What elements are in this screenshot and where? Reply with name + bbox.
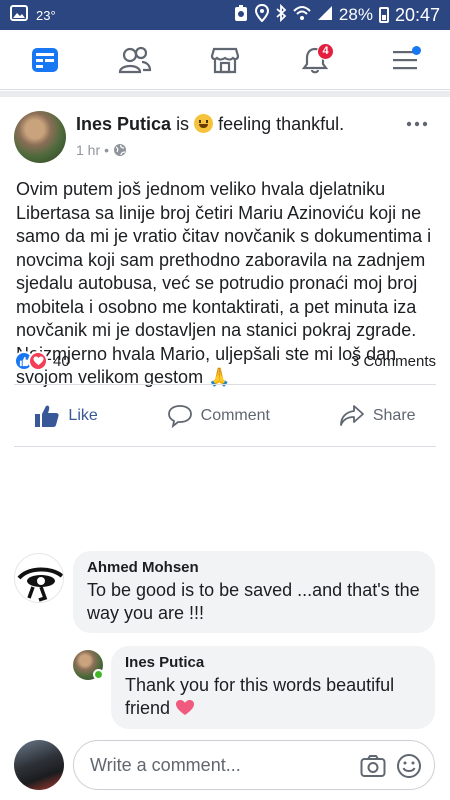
reply-text: Thank you for this words beautiful frien… [125, 674, 421, 720]
nav-menu[interactable] [380, 35, 430, 85]
love-reaction-icon[interactable] [28, 351, 48, 371]
comment-bubble: Ahmed Mohsen To be good is to be saved .… [73, 551, 435, 633]
online-status-dot [93, 669, 104, 680]
comment-text: To be good is to be saved ...and that's … [87, 580, 420, 623]
comment-button[interactable]: Comment [167, 404, 270, 428]
location-icon [254, 3, 269, 27]
camera-icon[interactable] [360, 754, 386, 778]
news-feed-icon [32, 47, 58, 72]
post: Ines Putica is feeling thankful. 1 hr • … [0, 97, 450, 432]
is-text: is [176, 114, 190, 134]
like-button[interactable]: Like [34, 404, 98, 428]
reactions-bar: 40 3 Comments [0, 348, 450, 374]
reply-text-content: Thank you for this words beautiful frien… [125, 675, 395, 718]
clock: 20:47 [394, 4, 440, 25]
comment-icon [167, 405, 192, 428]
heart-icon [176, 700, 195, 715]
commenter-avatar[interactable] [14, 553, 64, 603]
activity-text: feeling thankful. [218, 114, 345, 134]
author-avatar[interactable] [14, 111, 66, 163]
smiley-icon [194, 114, 214, 133]
globe-icon [114, 144, 127, 156]
post-meta: 1 hr • [76, 142, 127, 158]
meta-separator: • [104, 142, 110, 158]
status-bar: 23° 28% 20:47 [0, 0, 450, 30]
wifi-icon [293, 5, 311, 26]
bluetooth-icon [275, 3, 287, 27]
share-label: Share [372, 407, 416, 424]
post-time[interactable]: 1 hr [76, 142, 100, 158]
share-icon [339, 405, 364, 426]
menu-indicator-dot [412, 45, 421, 55]
comment-label: Comment [200, 407, 270, 424]
nav-marketplace[interactable] [200, 35, 250, 85]
post-header: Ines Putica is feeling thankful. 1 hr • [0, 97, 450, 172]
share-button[interactable]: Share [339, 404, 416, 428]
battery-percent: 28% [338, 5, 373, 24]
notifications-badge: 4 [317, 42, 334, 60]
like-label: Like [68, 407, 98, 424]
divider [14, 384, 436, 385]
author-name[interactable]: Ines Putica [76, 114, 171, 134]
top-nav: 4 [0, 30, 450, 90]
post-body: Ovim putem još jednom veliko hvala djela… [0, 172, 450, 432]
battery-icon [378, 7, 389, 23]
comments-count[interactable]: 3 Comments [351, 353, 436, 370]
friends-icon [118, 46, 152, 73]
commenter-name[interactable]: Ahmed Mohsen [87, 559, 421, 576]
gallery-icon [10, 5, 28, 25]
divider [14, 446, 436, 447]
comment-placeholder: Write a comment... [90, 755, 241, 775]
thumbs-up-icon [35, 405, 60, 427]
emoji-icon[interactable] [396, 753, 422, 779]
reply-bubble: Ines Putica Thank you for this words bea… [111, 646, 435, 729]
temperature: 23° [36, 7, 56, 23]
post-actions: Like Comment Share [0, 396, 450, 436]
current-user-avatar[interactable] [14, 740, 64, 790]
marketplace-icon [210, 47, 240, 73]
reply-author-name[interactable]: Ines Putica [125, 654, 421, 671]
nav-notifications[interactable]: 4 [290, 35, 340, 85]
nav-news-feed[interactable] [20, 35, 70, 85]
comment-input[interactable]: Write a comment... [73, 740, 435, 790]
reaction-count[interactable]: 40 [53, 353, 70, 370]
more-options-icon[interactable] [406, 107, 428, 133]
data-saver-icon [233, 4, 249, 27]
post-headline: Ines Putica is feeling thankful. [76, 114, 344, 135]
signal-icon [317, 5, 333, 26]
nav-friends[interactable] [110, 35, 160, 85]
comment-composer: Write a comment... [0, 735, 450, 800]
